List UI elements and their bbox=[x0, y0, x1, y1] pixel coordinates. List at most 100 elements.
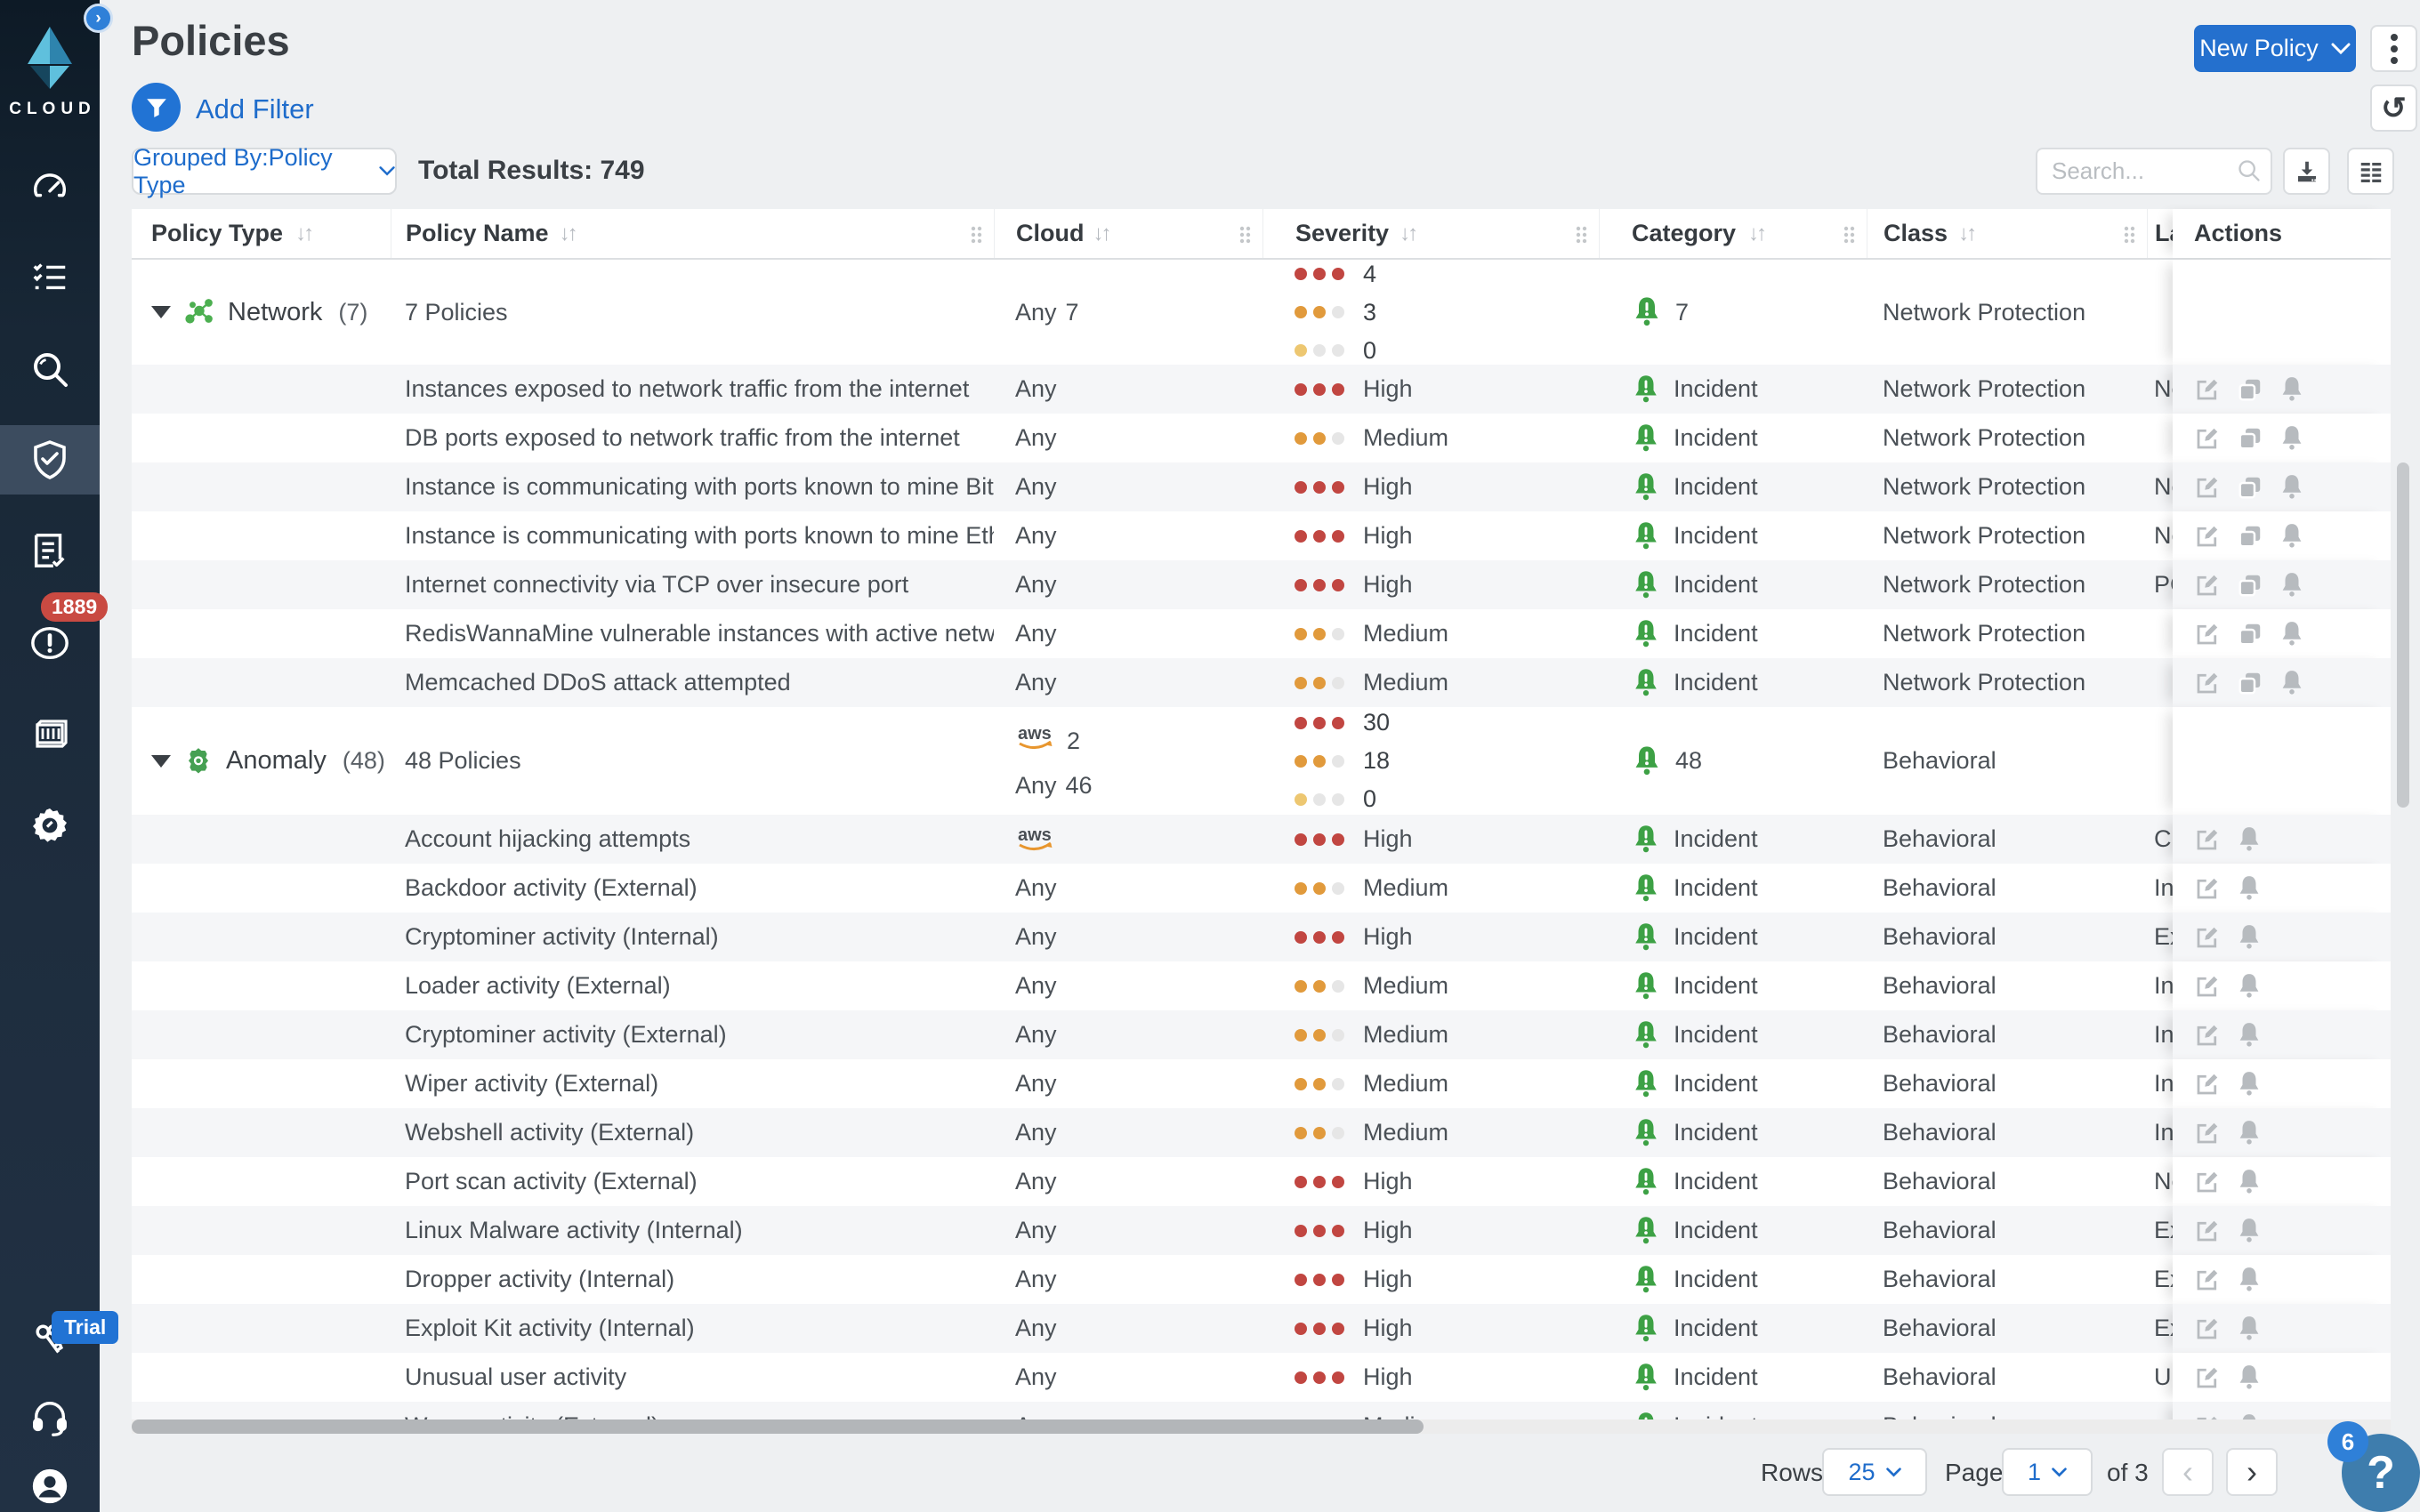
edit-action-icon[interactable] bbox=[2194, 621, 2221, 647]
column-header-class[interactable]: Class ↓↑ bbox=[1867, 209, 2147, 258]
column-header-category[interactable]: Category ↓↑ bbox=[1599, 209, 1867, 258]
edit-action-icon[interactable] bbox=[2194, 924, 2221, 951]
policy-name-cell[interactable]: DB ports exposed to network traffic from… bbox=[391, 414, 994, 462]
drag-handle-icon[interactable] bbox=[1575, 224, 1588, 252]
clone-action-icon[interactable] bbox=[2237, 621, 2263, 647]
vertical-scrollbar-thumb[interactable] bbox=[2397, 462, 2409, 808]
page-number-dropdown[interactable]: 1 bbox=[2002, 1448, 2093, 1496]
bell-action-icon[interactable] bbox=[2279, 523, 2304, 550]
bell-action-icon[interactable] bbox=[2279, 376, 2304, 403]
sidebar-collapse-toggle[interactable]: › bbox=[84, 4, 113, 33]
sidebar-item-policies[interactable] bbox=[0, 425, 100, 495]
bell-action-icon[interactable] bbox=[2237, 826, 2262, 853]
policy-name-cell[interactable]: Cryptominer activity (External) bbox=[391, 1010, 994, 1059]
bell-action-icon[interactable] bbox=[2237, 1169, 2262, 1195]
policy-name-cell[interactable]: Instance is communicating with ports kno… bbox=[391, 511, 994, 560]
bell-action-icon[interactable] bbox=[2237, 1315, 2262, 1342]
edit-action-icon[interactable] bbox=[2194, 1022, 2221, 1049]
bell-action-icon[interactable] bbox=[2279, 572, 2304, 599]
policy-name-cell[interactable]: Instance is communicating with ports kno… bbox=[391, 462, 994, 511]
sort-icon[interactable]: ↓↑ bbox=[1958, 221, 1977, 246]
horizontal-scrollbar-thumb[interactable] bbox=[132, 1420, 1424, 1434]
grouped-by-dropdown[interactable]: Grouped By:Policy Type bbox=[132, 144, 397, 198]
more-options-button[interactable] bbox=[2370, 25, 2417, 72]
bell-action-icon[interactable] bbox=[2237, 1413, 2262, 1420]
download-button[interactable] bbox=[2283, 148, 2330, 195]
policy-name-cell[interactable]: Webshell activity (External) bbox=[391, 1108, 994, 1157]
edit-action-icon[interactable] bbox=[2194, 1364, 2221, 1391]
sidebar-item-compute[interactable] bbox=[0, 699, 100, 768]
policy-name-cell[interactable]: Worm activity (External) bbox=[391, 1402, 994, 1420]
column-header-policy-type[interactable]: Policy Type ↓↑ bbox=[132, 209, 391, 258]
sort-icon[interactable]: ↓↑ bbox=[1748, 221, 1767, 246]
edit-action-icon[interactable] bbox=[2194, 474, 2221, 501]
policy-name-cell[interactable]: Linux Malware activity (Internal) bbox=[391, 1206, 994, 1255]
bell-action-icon[interactable] bbox=[2237, 924, 2262, 951]
policy-name-cell[interactable]: Unusual user activity bbox=[391, 1353, 994, 1402]
edit-action-icon[interactable] bbox=[2194, 425, 2221, 452]
bell-action-icon[interactable] bbox=[2279, 425, 2304, 452]
collapse-caret-icon[interactable] bbox=[151, 754, 171, 768]
sort-icon[interactable]: ↓↑ bbox=[1093, 221, 1111, 246]
edit-action-icon[interactable] bbox=[2194, 572, 2221, 599]
edit-action-icon[interactable] bbox=[2194, 523, 2221, 550]
policy-name-cell[interactable]: Backdoor activity (External) bbox=[391, 864, 994, 913]
sidebar-item-investigate[interactable] bbox=[0, 334, 100, 404]
drag-handle-icon[interactable] bbox=[1238, 224, 1252, 252]
edit-action-icon[interactable] bbox=[2194, 1169, 2221, 1195]
bell-action-icon[interactable] bbox=[2237, 1267, 2262, 1293]
drag-handle-icon[interactable] bbox=[2123, 224, 2136, 252]
bell-action-icon[interactable] bbox=[2237, 1364, 2262, 1391]
policy-name-cell[interactable]: Port scan activity (External) bbox=[391, 1157, 994, 1206]
clone-action-icon[interactable] bbox=[2237, 572, 2263, 599]
edit-action-icon[interactable] bbox=[2194, 1413, 2221, 1420]
policy-group-row[interactable]: Network (7) 7 Policies Any 7 4 3 0 7 Network Prot… bbox=[132, 260, 2391, 365]
edit-action-icon[interactable] bbox=[2194, 670, 2221, 696]
bell-action-icon[interactable] bbox=[2237, 1071, 2262, 1098]
policy-name-cell[interactable]: Account hijacking attempts bbox=[391, 815, 994, 864]
collapse-caret-icon[interactable] bbox=[151, 306, 171, 318]
bell-action-icon[interactable] bbox=[2279, 670, 2304, 696]
bell-action-icon[interactable] bbox=[2279, 474, 2304, 501]
policy-name-cell[interactable]: Memcached DDoS attack attempted bbox=[391, 658, 994, 707]
rows-per-page-dropdown[interactable]: 25 bbox=[1822, 1448, 1927, 1496]
clone-action-icon[interactable] bbox=[2237, 425, 2263, 452]
edit-action-icon[interactable] bbox=[2194, 826, 2221, 853]
next-page-button[interactable]: › bbox=[2226, 1448, 2278, 1496]
edit-action-icon[interactable] bbox=[2194, 376, 2221, 403]
policy-name-cell[interactable]: Cryptominer activity (Internal) bbox=[391, 913, 994, 961]
edit-action-icon[interactable] bbox=[2194, 1267, 2221, 1293]
add-filter-button[interactable] bbox=[132, 83, 181, 132]
bell-action-icon[interactable] bbox=[2237, 1120, 2262, 1146]
sidebar-item-inventory[interactable] bbox=[0, 242, 100, 311]
policy-name-cell[interactable]: Wiper activity (External) bbox=[391, 1059, 994, 1108]
sidebar-item-dashboard[interactable] bbox=[0, 153, 100, 222]
column-header-cloud[interactable]: Cloud ↓↑ bbox=[994, 209, 1262, 258]
bell-action-icon[interactable] bbox=[2237, 1218, 2262, 1244]
sidebar-item-profile[interactable] bbox=[0, 1452, 100, 1512]
bell-action-icon[interactable] bbox=[2237, 1022, 2262, 1049]
add-filter-label[interactable]: Add Filter bbox=[196, 93, 314, 125]
edit-action-icon[interactable] bbox=[2194, 973, 2221, 1000]
policy-name-cell[interactable]: Internet connectivity via TCP over insec… bbox=[391, 560, 994, 609]
policy-name-cell[interactable]: Loader activity (External) bbox=[391, 961, 994, 1010]
sidebar-item-settings[interactable] bbox=[0, 791, 100, 860]
edit-action-icon[interactable] bbox=[2194, 875, 2221, 902]
bell-action-icon[interactable] bbox=[2237, 973, 2262, 1000]
sidebar-item-compliance[interactable] bbox=[0, 516, 100, 585]
policy-group-row[interactable]: Anomaly (48) 48 Policies aws 2 Any 46 30 18 0 48 Be… bbox=[132, 707, 2391, 815]
policy-name-cell[interactable]: Dropper activity (Internal) bbox=[391, 1255, 994, 1304]
policy-name-cell[interactable]: RedisWannaMine vulnerable instances with… bbox=[391, 609, 994, 658]
new-policy-button[interactable]: New Policy bbox=[2194, 25, 2356, 72]
clone-action-icon[interactable] bbox=[2237, 376, 2263, 403]
clone-action-icon[interactable] bbox=[2237, 670, 2263, 696]
policy-name-cell[interactable]: Exploit Kit activity (Internal) bbox=[391, 1304, 994, 1353]
drag-handle-icon[interactable] bbox=[970, 224, 983, 252]
bell-action-icon[interactable] bbox=[2237, 875, 2262, 902]
sort-icon[interactable]: ↓↑ bbox=[295, 221, 314, 246]
previous-page-button[interactable]: ‹ bbox=[2162, 1448, 2214, 1496]
column-header-severity[interactable]: Severity ↓↑ bbox=[1262, 209, 1599, 258]
reset-button[interactable]: ↺ bbox=[2370, 84, 2417, 132]
column-settings-button[interactable] bbox=[2347, 148, 2394, 195]
edit-action-icon[interactable] bbox=[2194, 1120, 2221, 1146]
